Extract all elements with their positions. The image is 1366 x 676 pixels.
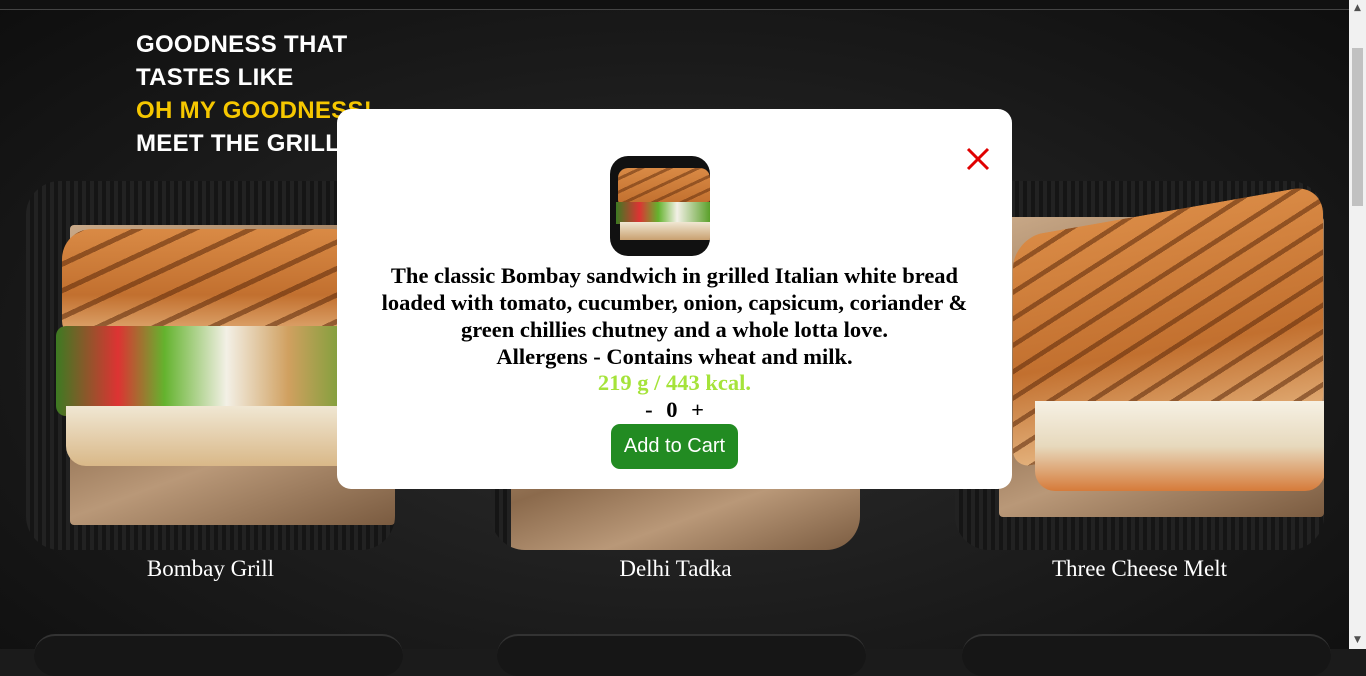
quantity-value: 0 bbox=[666, 397, 678, 422]
product-thumbnail bbox=[610, 156, 710, 256]
description-line-2: loaded with tomato, cucumber, onion, cap… bbox=[381, 290, 968, 315]
nutrition-info: 219 g / 443 kcal. bbox=[597, 370, 752, 395]
increment-button[interactable]: + bbox=[691, 397, 704, 422]
add-to-cart-button[interactable]: Add to Cart bbox=[611, 424, 738, 469]
thumb-base bbox=[620, 222, 710, 240]
modal-overlay: The classic Bombay sandwich in grilled I… bbox=[0, 0, 1349, 649]
allergens-text: Allergens - Contains wheat and milk. bbox=[496, 344, 853, 369]
close-icon[interactable] bbox=[963, 144, 993, 174]
scroll-up-arrow-icon[interactable]: ▲ bbox=[1349, 0, 1366, 17]
product-description: The classic Bombay sandwich in grilled I… bbox=[347, 262, 1002, 370]
thumb-bread bbox=[618, 168, 710, 204]
scroll-down-arrow-icon[interactable]: ▼ bbox=[1349, 632, 1366, 649]
vertical-scrollbar[interactable]: ▲ ▼ bbox=[1349, 0, 1366, 649]
quantity-stepper: - 0 + bbox=[347, 397, 1002, 423]
description-line-1: The classic Bombay sandwich in grilled I… bbox=[390, 263, 959, 288]
description-line-3: green chillies chutney and a whole lotta… bbox=[460, 317, 889, 342]
thumb-filling bbox=[616, 202, 710, 224]
decrement-button[interactable]: - bbox=[645, 397, 653, 422]
scrollbar-thumb[interactable] bbox=[1352, 48, 1363, 206]
